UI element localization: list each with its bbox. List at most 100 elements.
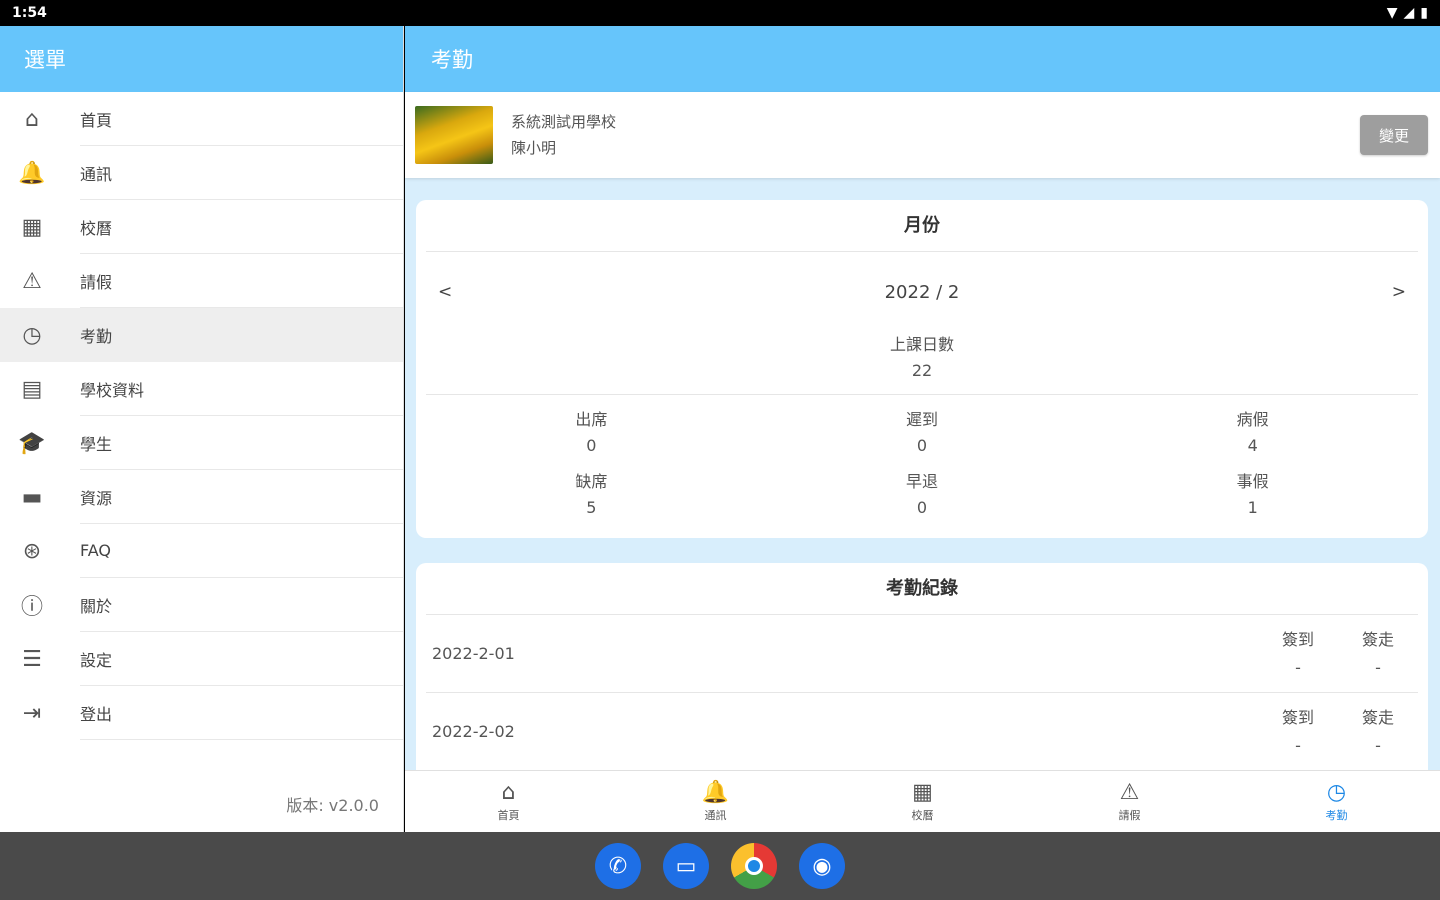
sign-in-column: 簽到 - xyxy=(1258,626,1338,682)
sidebar-item-label: 學校資料 xyxy=(80,362,403,416)
school-name: 系統測試用學校 xyxy=(511,113,617,131)
stat-value: 0 xyxy=(586,436,597,455)
page-title: 考勤 xyxy=(405,26,1440,92)
prev-month-button[interactable]: < xyxy=(438,282,452,302)
sidebar-item-home[interactable]: ⌂ 首頁 xyxy=(0,92,403,146)
navigation-drawer: 選單 ⌂ 首頁 🔔 通訊 ▦ 校曆 ⚠ 請假 ◷ 考勤 ▤ 學校資料 🎓 學生 ▬ 資源 ⊛ FA… xyxy=(0,26,404,832)
sidebar-item-faq[interactable]: ⊛ FAQ xyxy=(0,524,403,578)
bottom-nav-leave[interactable]: ⚠ 請假 xyxy=(1026,771,1233,832)
stat-value: 1 xyxy=(1247,498,1258,517)
sidebar-item-messages[interactable]: 🔔 通訊 xyxy=(0,146,403,200)
calendar-icon: ▦ xyxy=(21,214,43,240)
status-time: 1:54 xyxy=(12,5,47,21)
school-days-label: 上課日數 xyxy=(889,335,954,354)
stat-label: 出席 xyxy=(575,410,608,429)
lifebuoy-icon: ⊛ xyxy=(22,538,42,564)
stat-value: 4 xyxy=(1247,436,1258,455)
stat-absent: 缺席 5 xyxy=(426,469,757,521)
sidebar-item-label: 關於 xyxy=(80,578,403,632)
stat-label: 缺席 xyxy=(575,472,608,491)
main-content: 考勤 系統測試用學校 陳小明 變更 月份 < 2022 / 2 > 上課日數 2… xyxy=(405,26,1440,832)
student-name: 陳小明 xyxy=(511,139,557,157)
school-icon: ▤ xyxy=(21,376,43,402)
stat-label: 遲到 xyxy=(905,410,938,429)
sidebar-item-label: 登出 xyxy=(80,686,403,740)
sidebar-item-label: 學生 xyxy=(80,416,403,470)
sidebar-item-label: 設定 xyxy=(80,632,403,686)
warning-icon: ⚠ xyxy=(22,268,42,294)
sidebar-item-student[interactable]: 🎓 學生 xyxy=(0,416,403,470)
drawer-menu: ⌂ 首頁 🔔 通訊 ▦ 校曆 ⚠ 請假 ◷ 考勤 ▤ 學校資料 🎓 學生 ▬ 資源 ⊛ FAQ ⓘ… xyxy=(0,92,403,740)
graduation-cap-icon: 🎓 xyxy=(18,430,46,456)
version-label: 版本: v2.0.0 xyxy=(286,796,379,815)
wifi-icon: ▼ xyxy=(1386,5,1398,21)
bottom-nav-label: 校曆 xyxy=(911,808,934,822)
status-icons: ▼ ◢ ▮ xyxy=(1387,5,1428,21)
status-bar: 1:54 ▼ ◢ ▮ xyxy=(0,0,1440,26)
messages-app-icon[interactable]: ▭ xyxy=(663,843,709,889)
bottom-nav-home[interactable]: ⌂ 首頁 xyxy=(405,771,612,832)
bottom-nav-calendar[interactable]: ▦ 校曆 xyxy=(819,771,1026,832)
bottom-nav-attendance[interactable]: ◷ 考勤 xyxy=(1233,771,1440,832)
next-month-button[interactable]: > xyxy=(1392,282,1406,302)
camera-app-icon[interactable]: ◉ xyxy=(799,843,845,889)
sidebar-item-calendar[interactable]: ▦ 校曆 xyxy=(0,200,403,254)
phone-app-icon[interactable]: ✆ xyxy=(595,843,641,889)
sign-in-value: - xyxy=(1295,735,1301,755)
sign-in-column: 簽到 - xyxy=(1258,704,1338,760)
clock-icon: ◷ xyxy=(22,322,42,348)
sidebar-item-about[interactable]: ⓘ 關於 xyxy=(0,578,403,632)
signal-icon: ◢ xyxy=(1403,5,1415,21)
stat-present: 出席 0 xyxy=(426,407,757,459)
stat-late: 遲到 0 xyxy=(757,407,1088,459)
battery-icon: ▮ xyxy=(1420,5,1428,21)
user-info: 系統測試用學校 陳小明 xyxy=(511,109,616,161)
change-button[interactable]: 變更 xyxy=(1360,115,1428,155)
stat-label: 事假 xyxy=(1236,472,1269,491)
warning-icon: ⚠ xyxy=(1119,779,1140,805)
sidebar-item-leave[interactable]: ⚠ 請假 xyxy=(0,254,403,308)
user-bar: 系統測試用學校 陳小明 變更 xyxy=(405,92,1440,178)
stat-personal-leave: 事假 1 xyxy=(1087,469,1418,521)
stat-early-leave: 早退 0 xyxy=(757,469,1088,521)
sidebar-item-label: 校曆 xyxy=(80,200,403,254)
bottom-nav-label: 首頁 xyxy=(497,808,520,822)
bottom-navigation: ⌂ 首頁 🔔 通訊 ▦ 校曆 ⚠ 請假 ◷ 考勤 xyxy=(405,770,1440,832)
sidebar-item-label: 通訊 xyxy=(80,146,403,200)
sign-out-column: 簽走 - xyxy=(1338,626,1418,682)
sidebar-item-attendance[interactable]: ◷ 考勤 xyxy=(0,308,403,362)
stat-sick-leave: 病假 4 xyxy=(1087,407,1418,459)
stat-value: 0 xyxy=(916,498,928,517)
android-dock: ✆ ▭ ◉ xyxy=(0,832,1440,900)
records-card-title: 考勤紀錄 xyxy=(426,563,1418,615)
list-item[interactable]: 2022-2-02 簽到 - 簽走 - xyxy=(426,693,1418,771)
sidebar-item-settings[interactable]: ☰ 設定 xyxy=(0,632,403,686)
sidebar-item-label: 考勤 xyxy=(80,326,113,346)
sidebar-item-label: FAQ xyxy=(80,524,403,578)
sign-out-value: - xyxy=(1375,657,1381,677)
chrome-center-icon xyxy=(745,857,763,875)
current-month: 2022 / 2 xyxy=(884,281,960,303)
bottom-nav-messages[interactable]: 🔔 通訊 xyxy=(612,771,819,832)
logout-icon: ⇥ xyxy=(22,700,42,726)
sidebar-item-label: 首頁 xyxy=(80,92,403,146)
stat-value: 0 xyxy=(916,436,928,455)
sign-out-column: 簽走 - xyxy=(1338,704,1418,760)
sign-out-label: 簽走 xyxy=(1361,707,1394,727)
bottom-nav-label: 通訊 xyxy=(704,808,727,822)
sliders-icon: ☰ xyxy=(22,646,42,672)
sign-in-value: - xyxy=(1295,657,1301,677)
sidebar-item-school-info[interactable]: ▤ 學校資料 xyxy=(0,362,403,416)
list-item[interactable]: 2022-2-01 簽到 - 簽走 - xyxy=(426,615,1418,693)
chrome-app-icon[interactable] xyxy=(731,843,777,889)
bottom-nav-label: 考勤 xyxy=(1325,808,1348,822)
school-photo xyxy=(415,106,493,164)
sidebar-item-label: 資源 xyxy=(80,470,403,524)
attendance-stats-grid: 出席 0 遲到 0 病假 4 缺席 5 早退 0 事假 1 xyxy=(416,395,1428,521)
sign-in-label: 簽到 xyxy=(1281,707,1314,727)
sidebar-item-logout[interactable]: ⇥ 登出 xyxy=(0,686,403,740)
school-days-stat: 上課日數 22 xyxy=(426,332,1418,395)
sidebar-item-resources[interactable]: ▬ 資源 xyxy=(0,470,403,524)
sign-out-label: 簽走 xyxy=(1361,629,1394,649)
month-selector: < 2022 / 2 > xyxy=(416,252,1428,332)
